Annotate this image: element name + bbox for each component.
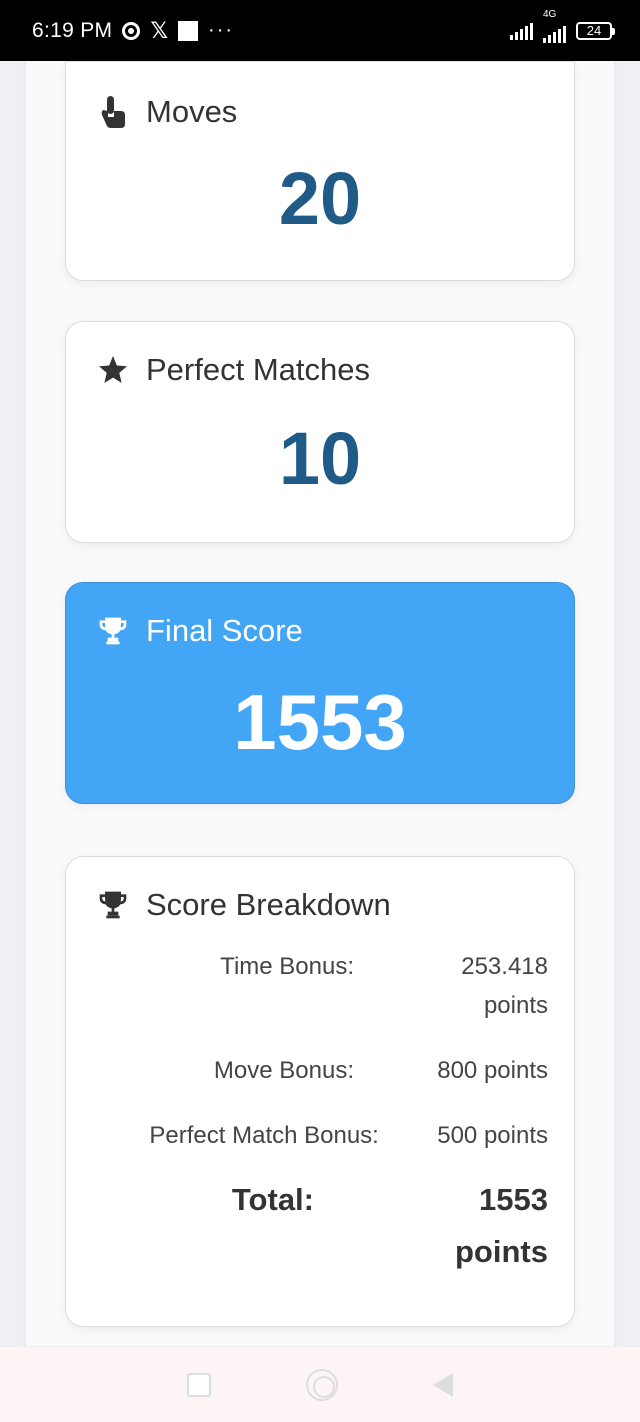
perfect-matches-label: Perfect Matches xyxy=(146,352,370,387)
score-breakdown-header: Score Breakdown xyxy=(96,887,391,923)
total-amount: 1553 xyxy=(479,1182,548,1217)
time-bonus-amount: 253.418 xyxy=(461,953,548,980)
trophy-icon xyxy=(96,888,130,922)
network-signal-icon: 4G xyxy=(543,9,566,43)
more-notifications-icon: ··· xyxy=(208,19,235,41)
system-nav-bar xyxy=(0,1346,640,1422)
total-row: Total: 1553 points xyxy=(96,1174,548,1278)
app-notification-icon xyxy=(178,20,199,41)
moves-header: Moves xyxy=(96,94,237,130)
perfect-match-bonus-row: Perfect Match Bonus: 500 points xyxy=(96,1116,548,1174)
total-unit: points xyxy=(455,1234,548,1269)
perfect-match-bonus-label: Perfect Match Bonus: xyxy=(149,1122,379,1149)
signal-icon xyxy=(510,22,533,40)
final-score-card: Final Score 1553 xyxy=(65,582,575,804)
results-page: Moves 20 Perfect Matches 10 Final Score xyxy=(26,61,614,1346)
total-label: Total: xyxy=(231,1182,314,1217)
network-label: 4G xyxy=(543,8,557,20)
score-breakdown-card: Score Breakdown Time Bonus: 253.418 poin… xyxy=(65,856,575,1327)
moves-label: Moves xyxy=(146,94,238,129)
score-breakdown-title: Score Breakdown xyxy=(146,887,391,922)
star-icon xyxy=(96,353,130,387)
final-score-label: Final Score xyxy=(146,613,303,648)
perfect-matches-card: Perfect Matches 10 xyxy=(65,321,575,543)
pointer-hand-icon xyxy=(96,95,130,129)
trophy-icon xyxy=(96,614,130,648)
status-time: 6:19 PM xyxy=(32,18,113,42)
move-bonus-value: 800 points xyxy=(437,1057,548,1084)
battery-level: 24 xyxy=(586,23,602,38)
status-bar: 6:19 PM 𝕏 ··· 4G 24 xyxy=(0,0,640,61)
time-bonus-label: Time Bonus: xyxy=(220,953,354,980)
final-score-header: Final Score xyxy=(96,613,303,649)
back-button[interactable] xyxy=(432,1372,453,1397)
home-button[interactable] xyxy=(305,1368,338,1401)
moves-value: 20 xyxy=(278,157,362,240)
total-value: 1553 points xyxy=(388,1174,548,1278)
time-bonus-unit: points xyxy=(483,992,548,1019)
move-bonus-label: Move Bonus: xyxy=(213,1057,354,1084)
moves-card: Moves 20 xyxy=(65,61,575,281)
chrome-notification-icon xyxy=(122,21,141,40)
perfect-matches-value: 10 xyxy=(278,417,362,500)
battery-icon: 24 xyxy=(576,21,615,40)
final-score-value: 1553 xyxy=(233,678,407,766)
time-bonus-value: 253.418 points xyxy=(388,947,548,1051)
time-bonus-row: Time Bonus: 253.418 points xyxy=(96,947,548,1051)
perfect-matches-header: Perfect Matches xyxy=(96,352,370,388)
x-notification-icon: 𝕏 xyxy=(150,17,169,43)
perfect-match-bonus-value: 500 points xyxy=(437,1122,548,1149)
status-right: 4G 24 xyxy=(510,9,615,43)
move-bonus-row: Move Bonus: 800 points xyxy=(96,1051,548,1116)
status-left: 6:19 PM 𝕏 ··· xyxy=(32,18,234,44)
recent-apps-button[interactable] xyxy=(187,1372,212,1397)
breakdown-table: Time Bonus: 253.418 points Move Bonus: 8… xyxy=(96,947,548,1278)
